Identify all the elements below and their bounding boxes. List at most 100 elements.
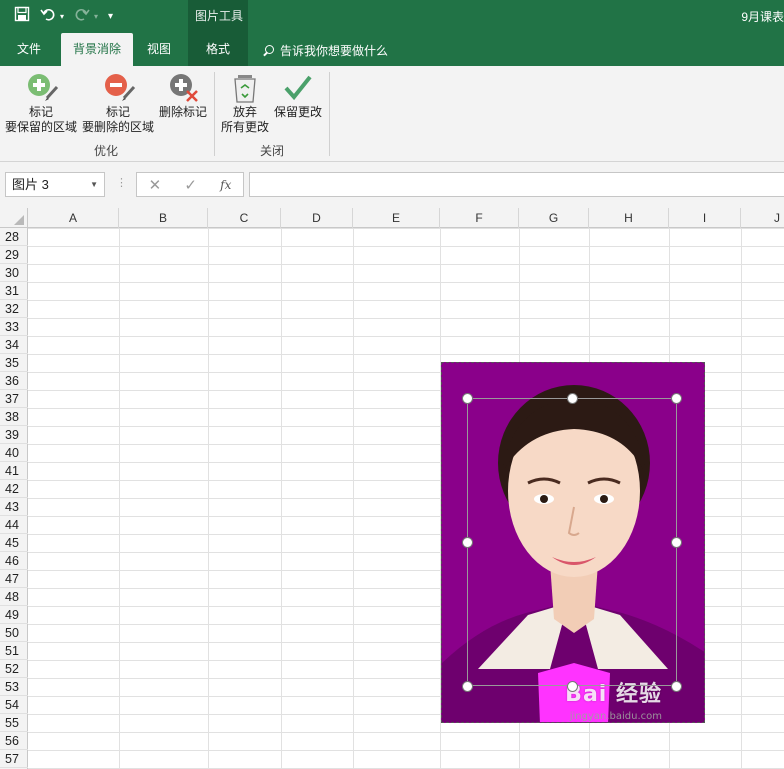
tell-me-text: 告诉我你想要做什么 [280, 44, 389, 58]
insert-function-icon[interactable]: fx [220, 178, 231, 192]
column-header-f[interactable]: F [440, 208, 519, 228]
tab-view[interactable]: 视图 [136, 33, 182, 66]
column-gridline [208, 228, 209, 769]
document-title: 9月课表 [741, 10, 784, 24]
column-header-j[interactable]: J [741, 208, 784, 228]
row-header[interactable]: 32 [0, 300, 28, 318]
row-header[interactable]: 54 [0, 696, 28, 714]
customize-qat-icon[interactable]: ▾ [108, 7, 113, 27]
row-header[interactable]: 31 [0, 282, 28, 300]
watermark-url: jingyan.baidu.com [569, 711, 662, 722]
row-header[interactable]: 29 [0, 246, 28, 264]
column-header-b[interactable]: B [119, 208, 208, 228]
resize-handle-bottom[interactable] [567, 681, 578, 692]
row-header[interactable]: 46 [0, 552, 28, 570]
row-header[interactable]: 42 [0, 480, 28, 498]
resize-handle-bottom-right[interactable] [671, 681, 682, 692]
column-header-c[interactable]: C [208, 208, 281, 228]
column-header-h[interactable]: H [589, 208, 669, 228]
background-removal-marquee[interactable] [467, 398, 677, 686]
row-header[interactable]: 28 [0, 228, 28, 246]
row-header[interactable]: 47 [0, 570, 28, 588]
row-header[interactable]: 53 [0, 678, 28, 696]
resize-handle-top-left[interactable] [462, 393, 473, 404]
select-all-button[interactable] [0, 208, 28, 228]
row-header[interactable]: 36 [0, 372, 28, 390]
group-separator [329, 72, 330, 156]
row-header[interactable]: 39 [0, 426, 28, 444]
formula-bar: 图片 3 ▼ ⋮ ✕ ✓ fx [0, 162, 784, 208]
row-header[interactable]: 38 [0, 408, 28, 426]
row-header[interactable]: 55 [0, 714, 28, 732]
resize-handle-top[interactable] [567, 393, 578, 404]
mark-keep-label-1: 标记 [28, 105, 53, 119]
column-headers: A B C D E F G H I J [0, 208, 784, 228]
column-header-i[interactable]: I [669, 208, 741, 228]
cancel-icon[interactable]: ✕ [149, 176, 162, 194]
title-bar: ▾ ▾ ▾ 图片工具 9月课表 [0, 0, 784, 66]
keep-changes-button[interactable]: 保留更改 [272, 72, 324, 120]
column-gridline [281, 228, 282, 769]
enter-icon[interactable]: ✓ [184, 176, 197, 194]
formula-bar-grip-icon[interactable]: ⋮ [116, 176, 127, 189]
column-header-a[interactable]: A [28, 208, 119, 228]
column-gridline [741, 228, 742, 769]
row-header[interactable]: 44 [0, 516, 28, 534]
row-header[interactable]: 40 [0, 444, 28, 462]
undo-dropdown-icon[interactable]: ▾ [60, 7, 64, 27]
column-header-e[interactable]: E [353, 208, 440, 228]
group-label-close: 关闭 [260, 144, 285, 158]
redo-dropdown-icon[interactable]: ▾ [94, 7, 98, 27]
ribbon-tabs: 文件 背景消除 视图 格式 告诉我你想要做什么 [0, 33, 784, 66]
row-header[interactable]: 49 [0, 606, 28, 624]
column-header-d[interactable]: D [281, 208, 353, 228]
mark-keep-icon [26, 72, 59, 102]
resize-handle-left[interactable] [462, 537, 473, 548]
keep-changes-icon [283, 72, 313, 102]
resize-handle-right[interactable] [671, 537, 682, 548]
row-header[interactable]: 35 [0, 354, 28, 372]
row-header[interactable]: 41 [0, 462, 28, 480]
quick-access-toolbar: ▾ ▾ ▾ [14, 6, 113, 28]
tab-format[interactable]: 格式 [188, 33, 248, 66]
mark-keep-button[interactable]: 标记 要保留的区域 [4, 72, 78, 135]
redo-icon[interactable] [74, 6, 90, 28]
undo-icon[interactable] [40, 6, 56, 28]
column-header-g[interactable]: G [519, 208, 589, 228]
resize-handle-bottom-left[interactable] [462, 681, 473, 692]
keep-changes-label: 保留更改 [273, 105, 322, 119]
row-header[interactable]: 57 [0, 750, 28, 768]
mark-keep-label-2: 要保留的区域 [4, 120, 77, 134]
group-separator [214, 72, 215, 156]
resize-handle-top-right[interactable] [671, 393, 682, 404]
tab-background-removal[interactable]: 背景消除 [61, 33, 133, 66]
row-header[interactable]: 56 [0, 732, 28, 750]
row-header[interactable]: 48 [0, 588, 28, 606]
delete-mark-button[interactable]: 删除标记 [156, 72, 210, 120]
row-header[interactable]: 33 [0, 318, 28, 336]
discard-label-2: 所有更改 [220, 120, 269, 134]
column-gridline [353, 228, 354, 769]
row-header[interactable]: 52 [0, 660, 28, 678]
formula-input[interactable] [249, 172, 784, 197]
mark-remove-label-2: 要删除的区域 [81, 120, 154, 134]
row-header[interactable]: 34 [0, 336, 28, 354]
discard-label-1: 放弃 [232, 105, 257, 119]
mark-remove-button[interactable]: 标记 要删除的区域 [81, 72, 155, 135]
row-header[interactable]: 45 [0, 534, 28, 552]
save-icon[interactable] [14, 6, 30, 28]
chevron-down-icon[interactable]: ▼ [90, 173, 98, 196]
row-header[interactable]: 30 [0, 264, 28, 282]
row-headers: 28 29 30 31 32 33 34 35 36 37 38 39 40 4… [0, 228, 28, 769]
row-header[interactable]: 51 [0, 642, 28, 660]
discard-changes-button[interactable]: 放弃 所有更改 [219, 72, 271, 135]
name-box[interactable]: 图片 3 ▼ [5, 172, 105, 197]
tab-file[interactable]: 文件 [0, 33, 58, 66]
row-header[interactable]: 43 [0, 498, 28, 516]
discard-icon [230, 72, 260, 103]
search-icon [262, 44, 274, 57]
ribbon: 标记 要保留的区域 标记 要删除的区域 删除标记 优化 放弃 所有更改 保留更改… [0, 66, 784, 162]
row-header[interactable]: 37 [0, 390, 28, 408]
tell-me-box[interactable]: 告诉我你想要做什么 [262, 42, 388, 59]
row-header[interactable]: 50 [0, 624, 28, 642]
